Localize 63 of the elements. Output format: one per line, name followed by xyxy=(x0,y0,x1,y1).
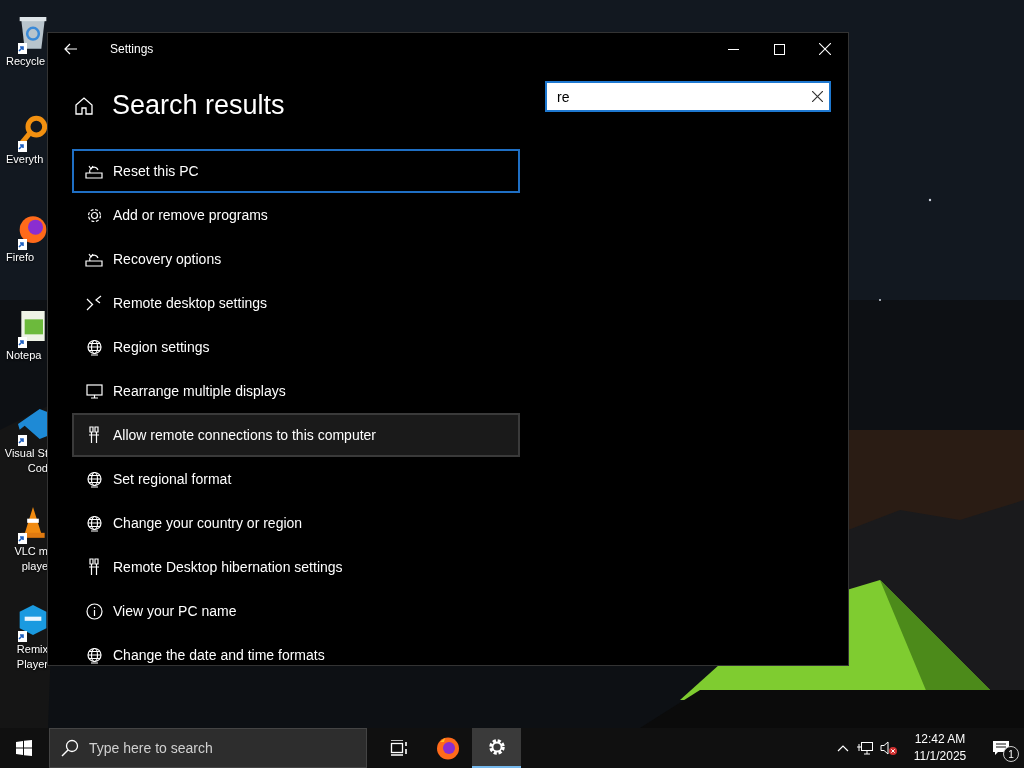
search-result[interactable]: Allow remote connections to this computer xyxy=(72,413,520,457)
icon-label: Notepa xyxy=(6,348,42,363)
icon-label: Cod xyxy=(27,461,48,476)
globe-icon xyxy=(85,470,103,488)
shortcut-arrow-icon xyxy=(18,631,27,642)
close-icon xyxy=(819,43,831,55)
globe-icon xyxy=(85,338,103,356)
icon-label: playe xyxy=(21,559,48,574)
search-result[interactable]: Recovery options xyxy=(72,237,520,281)
recovery-icon xyxy=(85,163,103,179)
close-icon xyxy=(812,91,823,102)
search-result[interactable]: Add or remove programs xyxy=(72,193,520,237)
task-view-icon xyxy=(389,740,408,756)
recovery-icon xyxy=(85,251,103,267)
taskbar-search-field[interactable]: Type here to search xyxy=(49,728,367,768)
windows-logo-icon xyxy=(16,740,32,756)
search-result[interactable]: Change your country or region xyxy=(72,501,520,545)
shortcut-arrow-icon xyxy=(18,43,27,54)
search-result[interactable]: Remote Desktop hibernation settings xyxy=(72,545,520,589)
fox-globe-icon xyxy=(435,736,460,760)
network-monitor-icon xyxy=(857,741,873,755)
notification-count: 1 xyxy=(1003,746,1019,762)
icon-label: Player xyxy=(16,657,48,672)
search-field[interactable]: re xyxy=(545,81,831,112)
settings-icon xyxy=(486,737,507,757)
muted-speaker-icon xyxy=(880,741,898,755)
shortcut-arrow-icon xyxy=(18,435,27,446)
notifications-button[interactable]: 1 xyxy=(978,728,1024,768)
icon-label: Everyth xyxy=(6,152,44,167)
globe-icon xyxy=(85,646,103,664)
crossed-arrows-icon xyxy=(86,295,102,311)
settings-taskbar-button[interactable] xyxy=(472,728,521,768)
settings-icon xyxy=(85,206,103,224)
shortcut-arrow-icon xyxy=(18,337,27,348)
page-heading: Search results xyxy=(112,89,285,121)
search-result[interactable]: Region settings xyxy=(72,325,520,369)
minimize-icon xyxy=(727,48,739,50)
window-title: Settings xyxy=(110,42,155,56)
clock-button[interactable]: 12:42 AM 11/1/2025 xyxy=(902,728,978,768)
home-icon[interactable] xyxy=(74,95,94,115)
shortcut-arrow-icon xyxy=(18,533,27,544)
search-result[interactable]: Change the date and time formats xyxy=(72,633,520,665)
maximize-icon xyxy=(773,43,785,55)
monitor-icon xyxy=(85,383,103,399)
icon-label: Recycle xyxy=(6,54,46,69)
search-result[interactable]: Set regional format xyxy=(72,457,520,501)
clear-button[interactable] xyxy=(812,91,823,102)
globe-icon xyxy=(85,514,103,532)
plug-icon xyxy=(88,426,100,444)
search-result[interactable]: Remote desktop settings xyxy=(72,281,520,325)
plug-icon xyxy=(88,558,100,576)
icon-label: Firefo xyxy=(6,250,35,265)
search-result[interactable]: Rearrange multiple displays xyxy=(72,369,520,413)
shortcut-arrow-icon xyxy=(18,141,27,152)
icon-label: VLC m xyxy=(14,544,48,559)
icon-label: Remix xyxy=(16,642,48,657)
search-result[interactable]: View your PC name xyxy=(72,589,520,633)
shortcut-arrow-icon xyxy=(18,239,27,250)
chevron-up-icon xyxy=(837,744,849,752)
search-result[interactable]: Reset this PC xyxy=(72,149,520,193)
back-arrow-icon xyxy=(64,43,78,55)
search-icon xyxy=(61,739,79,757)
info-icon xyxy=(85,602,103,620)
